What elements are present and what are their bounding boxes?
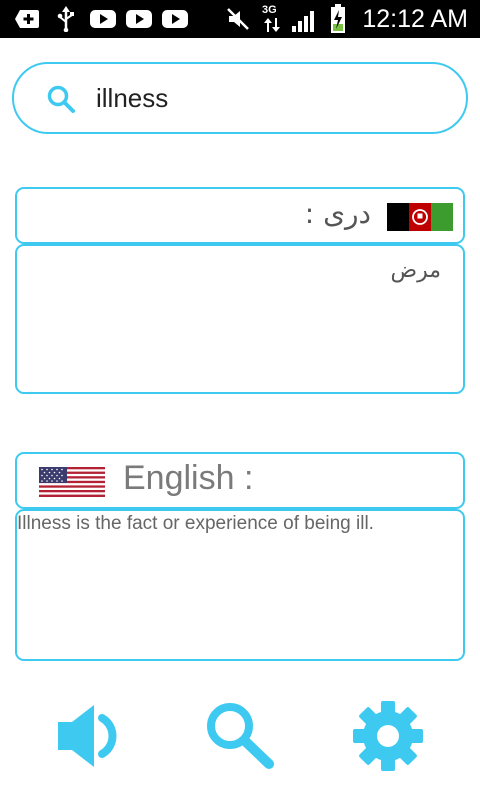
dari-language-header: دری :	[15, 187, 465, 244]
english-language-label: English :	[123, 459, 254, 497]
youtube-icon	[162, 10, 188, 28]
afghanistan-flag-icon	[387, 203, 453, 231]
usb-icon	[57, 6, 74, 32]
speak-button[interactable]	[56, 700, 132, 772]
youtube-icon	[126, 10, 152, 28]
english-definition-text: Illness is the fact or experience of bei…	[17, 513, 374, 534]
signal-icon	[292, 11, 314, 32]
dari-translation-text: مرض	[390, 258, 441, 283]
battery-charging-icon	[331, 4, 345, 33]
search-input[interactable]	[96, 78, 446, 118]
search-icon	[47, 85, 75, 113]
english-definition-panel: Illness is the fact or experience of bei…	[15, 509, 465, 661]
add-notification-icon	[15, 10, 39, 28]
network-type-label: 3G	[262, 4, 277, 16]
clock: 12:12 AM	[362, 5, 468, 33]
search-bar[interactable]	[12, 62, 468, 134]
settings-button[interactable]	[350, 700, 426, 772]
settings-gear-icon	[353, 701, 423, 771]
speaker-icon	[58, 705, 117, 767]
search-icon	[207, 703, 274, 769]
usa-flag-icon	[39, 467, 105, 497]
status-bar: 3G 12:12 AM	[0, 0, 480, 38]
mute-icon	[227, 8, 249, 30]
data-arrows-icon	[264, 18, 280, 32]
youtube-icon	[90, 10, 116, 28]
dari-translation-panel: مرض	[15, 244, 465, 394]
lookup-button[interactable]	[203, 700, 279, 772]
english-language-header: English :	[15, 452, 465, 509]
dari-language-label: دری :	[304, 197, 371, 230]
